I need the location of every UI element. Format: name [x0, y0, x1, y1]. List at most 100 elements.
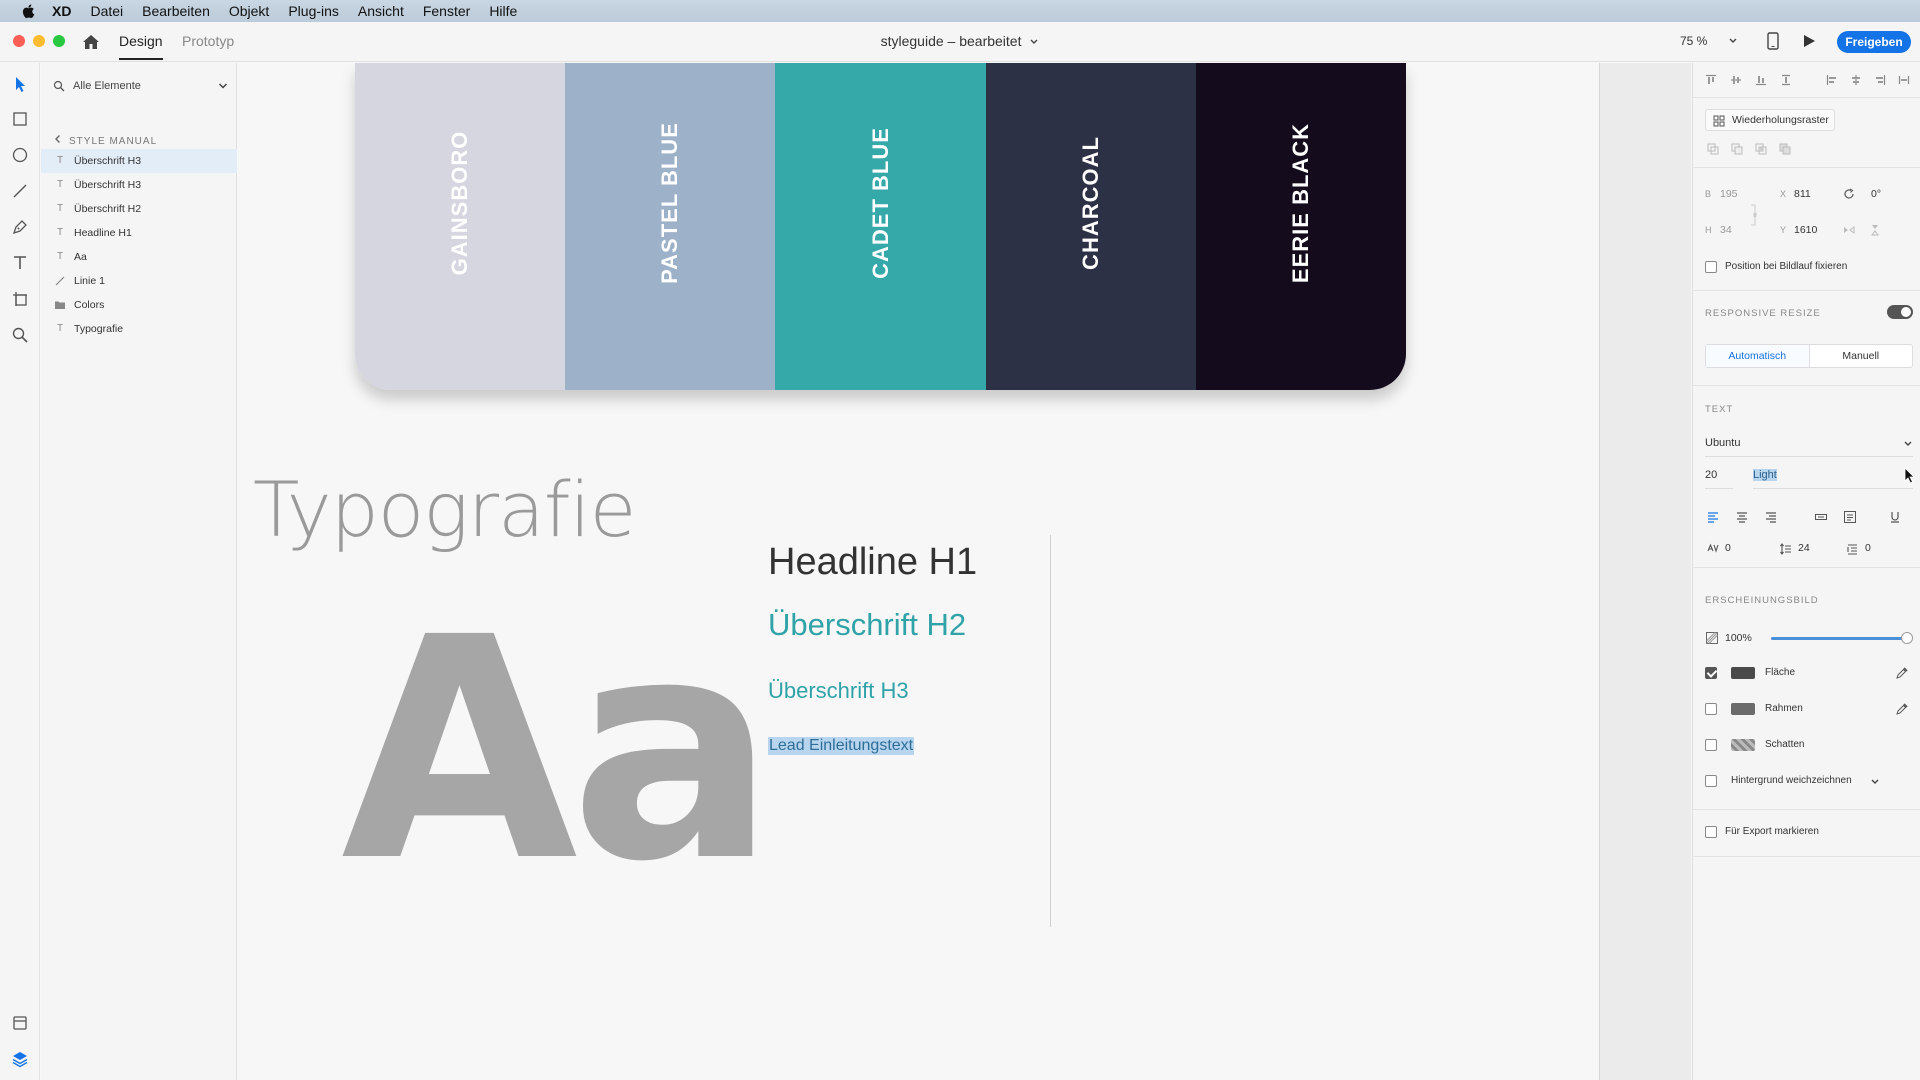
line-spacing-field[interactable]: 24 [1798, 542, 1810, 554]
assets-panel-icon[interactable] [11, 1014, 29, 1032]
text-align-right-icon[interactable] [1765, 511, 1777, 523]
boolean-intersect-icon[interactable] [1755, 143, 1767, 155]
heading-h2[interactable]: Überschrift H2 [768, 607, 966, 643]
layer-item[interactable]: T Überschrift H2 [41, 197, 237, 221]
document-title[interactable]: styleguide – bearbeitet [881, 33, 1022, 49]
layers-panel-icon[interactable] [11, 1050, 29, 1068]
artboard[interactable]: GAINSBORO PASTEL BLUE CADET BLUE CHARCOA… [238, 63, 1600, 1080]
divider-line[interactable] [1050, 535, 1051, 927]
menu-bearbeiten[interactable]: Bearbeiten [142, 3, 210, 19]
chevron-down-icon[interactable] [1903, 439, 1913, 449]
rectangle-tool-icon[interactable] [11, 110, 29, 128]
border-color-swatch[interactable] [1731, 703, 1755, 715]
flip-horizontal-icon[interactable] [1843, 224, 1855, 236]
height-field[interactable]: 34 [1720, 224, 1732, 236]
opacity-slider-handle[interactable] [1901, 632, 1913, 644]
font-size-field[interactable]: 20 [1705, 469, 1733, 489]
rotation-field[interactable]: 0° [1871, 188, 1881, 200]
chevron-down-icon[interactable] [217, 80, 229, 92]
fixed-size-text-icon[interactable] [1844, 511, 1856, 523]
export-checkbox[interactable] [1705, 826, 1717, 838]
menu-fenster[interactable]: Fenster [423, 3, 470, 19]
font-weight-dropdown[interactable]: Light [1753, 467, 1915, 489]
resize-mode-manual[interactable]: Manuell [1810, 345, 1913, 367]
menu-plugins[interactable]: Plug-ins [288, 3, 339, 19]
tab-design[interactable]: Design [119, 33, 163, 60]
minimize-window-button[interactable] [33, 35, 45, 47]
breadcrumb[interactable]: STYLE MANUAL [53, 134, 157, 147]
background-blur-checkbox[interactable] [1705, 775, 1717, 787]
align-middle-icon[interactable] [1730, 74, 1742, 86]
layer-item[interactable]: T Überschrift H3 [41, 173, 237, 197]
shadow-swatch[interactable] [1731, 739, 1755, 751]
device-preview-icon[interactable] [1767, 32, 1779, 50]
align-bottom-icon[interactable] [1755, 74, 1767, 86]
typography-title[interactable]: Typografie [253, 465, 636, 554]
heading-h3[interactable]: Überschrift H3 [768, 678, 909, 704]
layer-item[interactable]: T Typografie [41, 317, 237, 341]
align-right-icon[interactable] [1874, 74, 1886, 86]
underline-icon[interactable] [1889, 511, 1901, 523]
layer-item[interactable]: T Aa [41, 245, 237, 269]
swatch-eerie-black[interactable]: EERIE BLACK [1195, 63, 1406, 390]
repeat-grid-button[interactable]: Wiederholungsraster [1705, 109, 1835, 131]
y-field[interactable]: 1610 [1794, 224, 1817, 236]
text-align-left-icon[interactable] [1707, 511, 1719, 523]
swatch-cadet-blue[interactable]: CADET BLUE [775, 63, 986, 390]
fill-color-swatch[interactable] [1731, 667, 1755, 679]
chevron-down-icon[interactable] [1029, 37, 1039, 47]
share-button[interactable]: Freigeben [1837, 31, 1911, 53]
tab-prototype[interactable]: Prototyp [182, 33, 234, 49]
menu-app-name[interactable]: XD [52, 3, 71, 19]
home-icon[interactable] [82, 33, 100, 51]
boolean-subtract-icon[interactable] [1731, 143, 1743, 155]
play-icon[interactable] [1801, 33, 1817, 49]
text-tool-icon[interactable] [11, 254, 29, 272]
resize-mode-automatic[interactable]: Automatisch [1706, 345, 1810, 367]
menu-objekt[interactable]: Objekt [229, 3, 269, 19]
select-tool-icon[interactable] [11, 75, 29, 93]
width-field[interactable]: 195 [1720, 188, 1738, 200]
boolean-add-icon[interactable] [1707, 143, 1719, 155]
layer-filter[interactable]: Alle Elemente [51, 77, 229, 97]
align-center-icon[interactable] [1850, 74, 1862, 86]
swatch-gainsboro[interactable]: GAINSBORO [355, 63, 566, 390]
zoom-tool-icon[interactable] [11, 326, 29, 344]
headline-h1[interactable]: Headline H1 [768, 541, 977, 584]
apple-menu-icon[interactable] [20, 2, 38, 20]
distribute-vertical-icon[interactable] [1780, 74, 1792, 86]
close-window-button[interactable] [13, 35, 25, 47]
ellipse-tool-icon[interactable] [11, 146, 29, 164]
fix-position-checkbox[interactable] [1705, 261, 1717, 273]
maximize-window-button[interactable] [53, 35, 65, 47]
font-family-dropdown[interactable]: Ubuntu [1705, 437, 1913, 457]
layer-item[interactable]: T Überschrift H3 [41, 149, 237, 173]
lead-text[interactable]: Lead Einleitungstext [768, 737, 915, 755]
sample-glyphs[interactable]: Aa [341, 598, 776, 904]
align-left-icon[interactable] [1826, 74, 1838, 86]
pen-tool-icon[interactable] [11, 218, 29, 236]
boolean-exclude-icon[interactable] [1779, 143, 1791, 155]
text-align-center-icon[interactable] [1736, 511, 1748, 523]
color-palette[interactable]: GAINSBORO PASTEL BLUE CADET BLUE CHARCOA… [355, 63, 1406, 390]
character-spacing-field[interactable]: 0 [1725, 542, 1731, 554]
align-top-icon[interactable] [1705, 74, 1717, 86]
fill-checkbox[interactable] [1705, 667, 1717, 679]
layer-item[interactable]: T Headline H1 [41, 221, 237, 245]
chevron-down-icon[interactable] [1727, 35, 1739, 47]
auto-width-text-icon[interactable] [1815, 511, 1827, 523]
menu-datei[interactable]: Datei [90, 3, 123, 19]
eyedropper-icon[interactable] [1896, 667, 1908, 679]
distribute-horizontal-icon[interactable] [1898, 74, 1910, 86]
paragraph-spacing-field[interactable]: 0 [1865, 542, 1871, 554]
chevron-left-icon[interactable] [53, 134, 63, 144]
canvas[interactable]: GAINSBORO PASTEL BLUE CADET BLUE CHARCOA… [238, 63, 1691, 1080]
responsive-resize-toggle[interactable] [1887, 305, 1913, 319]
swatch-pastel-blue[interactable]: PASTEL BLUE [565, 63, 776, 390]
eyedropper-icon[interactable] [1896, 703, 1908, 715]
artboard-tool-icon[interactable] [11, 290, 29, 308]
menu-ansicht[interactable]: Ansicht [358, 3, 404, 19]
flip-vertical-icon[interactable] [1869, 224, 1881, 236]
swatch-charcoal[interactable]: CHARCOAL [985, 63, 1196, 390]
shadow-checkbox[interactable] [1705, 739, 1717, 751]
